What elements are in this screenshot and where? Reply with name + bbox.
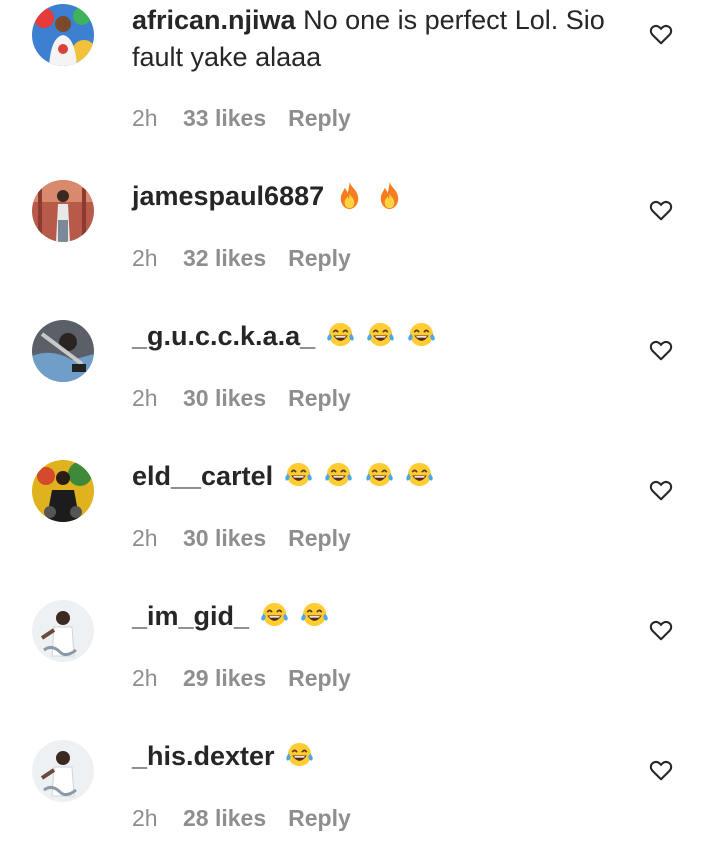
comment-meta: 2h 29 likes Reply [132,663,351,693]
comment-text: african.njiwa No one is perfect Lol. Sio… [132,2,632,76]
comment-likes[interactable]: 32 likes [183,243,266,273]
comment-item: african.njiwa No one is perfect Lol. Sio… [0,0,720,140]
comment-likes[interactable]: 33 likes [183,103,266,133]
comment-item: _g.u.c.c.k.a.a_ 2h 30 likes Reply [0,280,720,420]
comment-text: eld__cartel [132,458,632,495]
avatar-icon [32,740,94,802]
reply-button[interactable]: Reply [288,103,351,133]
like-button[interactable] [648,477,674,503]
fire-emoji [374,180,405,211]
comment-time: 2h [132,525,158,551]
avatar[interactable] [32,320,94,382]
like-button[interactable] [648,757,674,783]
heart-outline-icon [649,621,673,641]
heart-outline-icon [649,761,673,781]
avatar[interactable] [32,600,94,662]
comment-text: _g.u.c.c.k.a.a_ [132,318,632,355]
comment-item: _his.dexter 2h 28 likes Reply [0,700,720,840]
avatar[interactable] [32,4,94,66]
comment-likes[interactable]: 30 likes [183,383,266,413]
comment-text: _his.dexter [132,738,632,775]
comment-username[interactable]: african.njiwa [132,5,296,35]
comment-meta: 2h 32 likes Reply [132,243,351,273]
comment-likes[interactable]: 29 likes [183,663,266,693]
tears-of-joy-emoji [283,460,314,491]
comment-item: _im_gid_ 2h 29 likes Reply [0,560,720,700]
comment-meta: 2h 33 likes Reply [132,103,351,133]
comment-item: eld__cartel 2h 30 likes Reply [0,420,720,560]
like-button[interactable] [648,617,674,643]
reply-button[interactable]: Reply [288,663,351,693]
comment-username[interactable]: _his.dexter [132,741,275,771]
tears-of-joy-emoji [365,320,396,351]
tears-of-joy-emoji [404,460,435,491]
comment-meta: 2h 30 likes Reply [132,523,351,553]
avatar[interactable] [32,740,94,802]
avatar-icon [32,180,94,242]
comment-username[interactable]: _im_gid_ [132,601,249,631]
tears-of-joy-emoji [406,320,437,351]
like-button[interactable] [648,337,674,363]
tears-of-joy-emoji [323,460,354,491]
avatar[interactable] [32,460,94,522]
like-button[interactable] [648,197,674,223]
avatar-icon [32,600,94,662]
reply-button[interactable]: Reply [288,243,351,273]
comment-time: 2h [132,805,158,831]
reply-button[interactable]: Reply [288,803,351,833]
comment-text: _im_gid_ [132,598,632,635]
comment-time: 2h [132,665,158,691]
comment-meta: 2h 28 likes Reply [132,803,351,833]
comment-text: jamespaul6887 [132,178,632,215]
avatar-icon [32,460,94,522]
tears-of-joy-emoji [299,600,330,631]
comment-time: 2h [132,105,158,131]
comment-item: jamespaul6887 2h 32 likes Reply [0,140,720,280]
avatar[interactable] [32,180,94,242]
tears-of-joy-emoji [284,740,315,771]
like-button[interactable] [648,21,674,47]
comment-username[interactable]: eld__cartel [132,461,273,491]
comment-username[interactable]: jamespaul6887 [132,181,324,211]
avatar-icon [32,320,94,382]
comment-time: 2h [132,245,158,271]
comment-time: 2h [132,385,158,411]
comment-likes[interactable]: 30 likes [183,523,266,553]
tears-of-joy-emoji [325,320,356,351]
reply-button[interactable]: Reply [288,383,351,413]
heart-outline-icon [649,341,673,361]
comment-meta: 2h 30 likes Reply [132,383,351,413]
comment-username[interactable]: _g.u.c.c.k.a.a_ [132,321,315,351]
tears-of-joy-emoji [364,460,395,491]
reply-button[interactable]: Reply [288,523,351,553]
heart-outline-icon [649,25,673,45]
comment-likes[interactable]: 28 likes [183,803,266,833]
heart-outline-icon [649,201,673,221]
avatar-icon [32,4,94,66]
fire-emoji [334,180,365,211]
heart-outline-icon [649,481,673,501]
tears-of-joy-emoji [259,600,290,631]
